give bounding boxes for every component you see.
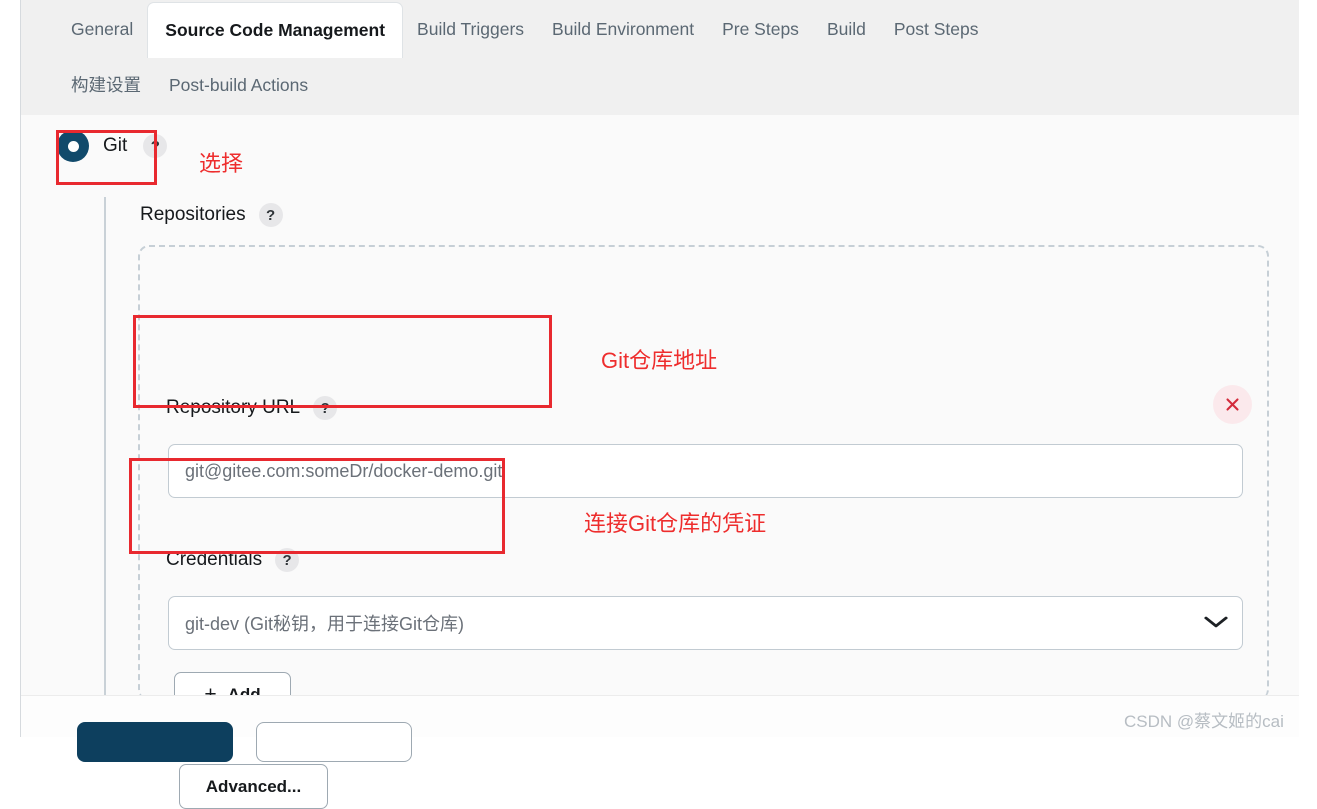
apply-button[interactable] — [256, 722, 412, 762]
tab-build-environment[interactable]: Build Environment — [538, 0, 708, 58]
tab-source-code-management[interactable]: Source Code Management — [147, 2, 404, 58]
delete-repository-button[interactable] — [1213, 385, 1252, 424]
tab-post-build-actions[interactable]: Post-build Actions — [155, 62, 322, 108]
help-icon-credentials[interactable]: ? — [275, 548, 300, 572]
radio-git[interactable] — [57, 130, 89, 162]
help-icon-repositories[interactable]: ? — [258, 203, 283, 227]
watermark: CSDN @蔡文姬的cai — [1124, 712, 1284, 731]
credentials-select[interactable]: git-dev (Git秘钥，用于连接Git仓库) — [168, 596, 1243, 650]
help-icon-git[interactable]: ? — [143, 134, 168, 158]
page-panel: General Source Code Management Build Tri… — [20, 0, 1299, 809]
scm-body: Git ? Repositories ? Repository URL ? gi… — [21, 115, 1299, 809]
help-icon-repository-url[interactable]: ? — [313, 396, 338, 420]
scm-option-git[interactable]: Git ? — [57, 130, 168, 162]
jenkins-job-config-page: General Source Code Management Build Tri… — [0, 0, 1317, 809]
tab-general[interactable]: General — [57, 0, 147, 58]
chevron-down-icon — [1204, 613, 1229, 633]
config-tab-bar: General Source Code Management Build Tri… — [21, 0, 1299, 115]
repository-url-label-group: Repository URL ? — [166, 396, 338, 420]
advanced-button[interactable]: Advanced... — [179, 764, 328, 809]
repositories-header: Repositories ? — [140, 203, 283, 227]
tab-build[interactable]: Build — [813, 0, 880, 58]
radio-git-dot — [67, 140, 79, 152]
save-button[interactable] — [77, 722, 233, 762]
radio-git-label: Git — [103, 135, 128, 156]
credentials-label-group: Credentials ? — [166, 548, 300, 572]
repository-url-input[interactable]: git@gitee.com:someDr/docker-demo.git — [168, 444, 1243, 498]
tab-build-triggers[interactable]: Build Triggers — [403, 0, 538, 58]
tab-post-steps[interactable]: Post Steps — [880, 0, 993, 58]
tab-build-settings[interactable]: 构建设置 — [57, 62, 155, 108]
form-footer — [21, 695, 1299, 762]
tab-pre-steps[interactable]: Pre Steps — [708, 0, 813, 58]
repositories-label: Repositories — [140, 204, 246, 225]
section-guide-line — [104, 197, 106, 705]
tab-row-primary: General Source Code Management Build Tri… — [21, 0, 993, 58]
repository-url-label: Repository URL — [166, 397, 301, 418]
close-icon — [1224, 396, 1241, 413]
tab-row-secondary: 构建设置 Post-build Actions — [21, 62, 322, 108]
credentials-label: Credentials — [166, 549, 263, 570]
credentials-selected-value: git-dev (Git秘钥，用于连接Git仓库) — [185, 614, 465, 634]
